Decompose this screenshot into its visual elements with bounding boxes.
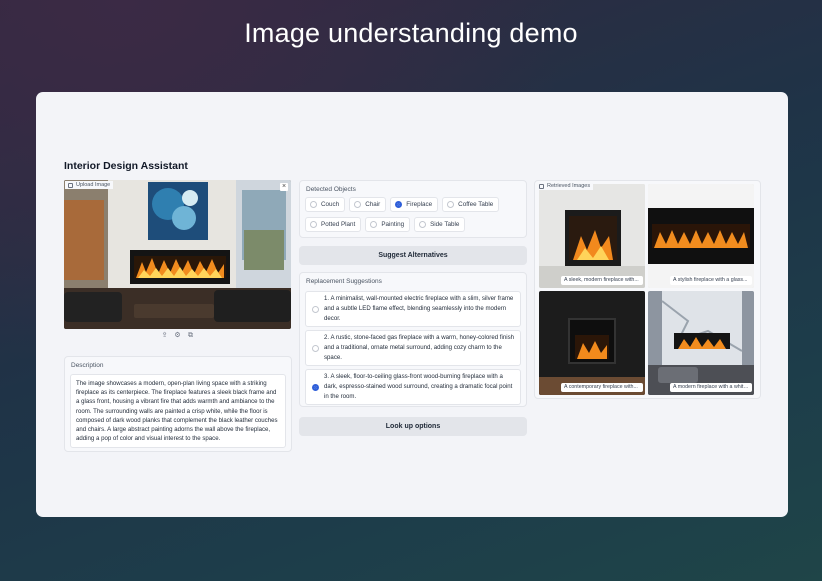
upload-image-panel: Upload Image × ⇪ ⚙ ⧉ (64, 180, 292, 348)
retrieved-caption-3: A contemporary fireplace with... (561, 383, 643, 392)
look-up-options-button[interactable]: Look up options (299, 417, 527, 436)
settings-icon[interactable]: ⚙ (174, 332, 181, 339)
description-label: Description (71, 362, 104, 369)
suggestion-option-1[interactable]: 1. A minimalist, wall-mounted electric f… (305, 291, 521, 327)
radio-icon (310, 221, 317, 228)
option-fireplace[interactable]: Fireplace (390, 197, 439, 212)
fireplace-photo-4 (648, 291, 754, 395)
upload-image-label: Upload Image (65, 181, 114, 189)
room-photo (64, 180, 291, 329)
image-icon (68, 182, 73, 188)
suggestion-option-3[interactable]: 3. A sleek, floor-to-ceiling glass-front… (305, 369, 521, 405)
uploaded-room-image[interactable] (64, 180, 291, 329)
copy-icon[interactable]: ⧉ (187, 332, 194, 339)
page-title: Image understanding demo (244, 18, 578, 48)
option-side-table[interactable]: Side Table (414, 217, 466, 232)
image-icon (539, 183, 544, 189)
app-title: Interior Design Assistant (64, 160, 188, 172)
suggestion-text-3: 3. A sleek, floor-to-ceiling glass-front… (324, 373, 513, 400)
share-icon[interactable]: ⇪ (161, 332, 168, 339)
option-couch[interactable]: Couch (305, 197, 346, 212)
fireplace-photo-1 (539, 184, 645, 288)
retrieved-caption-2: A stylish fireplace with a glass... (670, 276, 752, 285)
fireplace-photo-3 (539, 291, 645, 395)
retrieved-image-2[interactable]: A stylish fireplace with a glass... (648, 184, 754, 288)
radio-icon (312, 305, 319, 313)
radio-selected-icon (312, 383, 319, 391)
replacement-suggestions-panel: Replacement Suggestions 1. A minimalist,… (299, 272, 527, 407)
retrieved-image-1[interactable]: A sleek, modern fireplace with... (539, 184, 645, 288)
detected-objects-radio-group: Couch Chair Fireplace Coffee Table Potte… (305, 197, 525, 232)
close-icon[interactable]: × (280, 183, 288, 191)
radio-icon (354, 201, 362, 208)
radio-icon (312, 344, 319, 352)
description-textarea[interactable]: The image showcases a modern, open-plan … (70, 374, 286, 448)
radio-icon (370, 221, 378, 228)
retrieved-images-label: Retrieved Images (536, 182, 594, 190)
description-panel: Description The image showcases a modern… (64, 356, 292, 452)
replacement-suggestions-label: Replacement Suggestions (306, 278, 382, 285)
image-toolbar: ⇪ ⚙ ⧉ (64, 332, 291, 339)
option-coffee-table[interactable]: Coffee Table (442, 197, 500, 212)
suggest-alternatives-button[interactable]: Suggest Alternatives (299, 246, 527, 265)
retrieved-caption-4: A modern fireplace with a white... (670, 383, 752, 392)
retrieved-image-4[interactable]: A modern fireplace with a white... (648, 291, 754, 395)
radio-selected-icon (395, 201, 403, 208)
suggestion-text-2: 2. A rustic, stone-faced gas fireplace w… (324, 334, 515, 361)
fireplace-photo-2 (648, 184, 754, 288)
detected-objects-panel: Detected Objects Couch Chair Fireplace C… (299, 180, 527, 238)
retrieved-images-panel: Retrieved Images A sleek, modern firepla… (534, 180, 761, 399)
retrieved-caption-1: A sleek, modern fireplace with... (561, 276, 643, 285)
retrieved-image-3[interactable]: A contemporary fireplace with... (539, 291, 645, 395)
radio-icon (447, 201, 455, 208)
app-card: Interior Design Assistant Upload Image × (36, 92, 788, 517)
suggestion-text-1: 1. A minimalist, wall-mounted electric f… (324, 295, 514, 322)
option-painting[interactable]: Painting (365, 217, 411, 232)
detected-objects-label: Detected Objects (306, 186, 356, 193)
suggestion-option-2[interactable]: 2. A rustic, stone-faced gas fireplace w… (305, 330, 521, 366)
option-potted-plant[interactable]: Potted Plant (305, 217, 362, 232)
option-chair[interactable]: Chair (349, 197, 387, 212)
radio-icon (419, 221, 427, 228)
radio-icon (310, 201, 317, 208)
